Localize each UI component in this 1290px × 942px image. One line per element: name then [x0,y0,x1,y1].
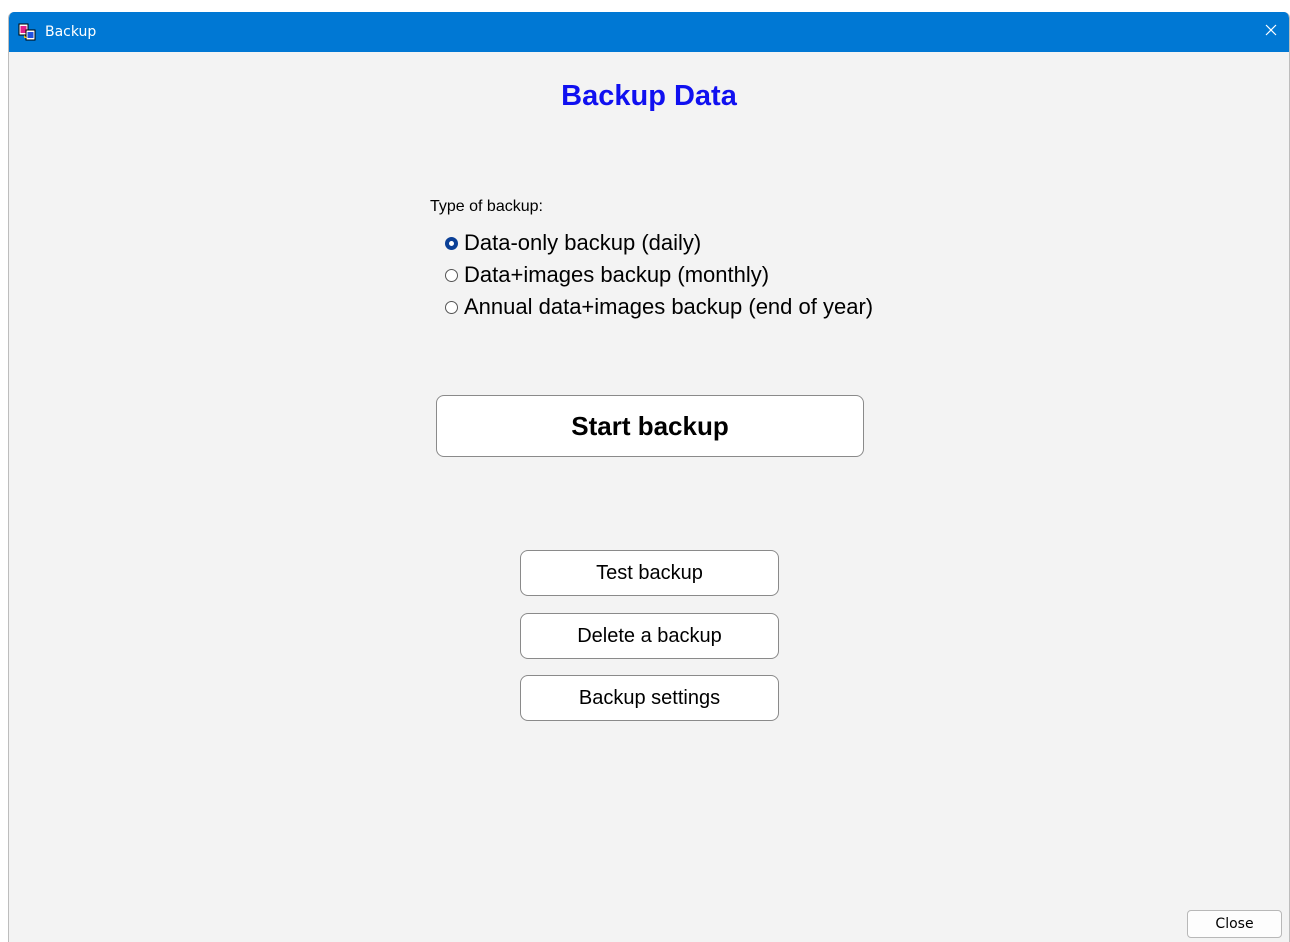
radio-unchecked-icon[interactable] [445,268,458,282]
close-icon [1264,23,1278,42]
radio-data-images[interactable]: Data+images backup (monthly) [445,259,873,291]
backup-type-label: Type of backup: [430,198,543,215]
start-backup-button[interactable]: Start backup [436,395,864,457]
radio-label: Annual data+images backup (end of year) [464,294,874,319]
window-title: Backup [45,24,97,40]
page-title: Backup Data [561,80,737,112]
radio-checked-icon[interactable] [445,236,458,250]
radio-unchecked-icon[interactable] [445,300,458,314]
radio-label: Data-only backup (daily) [464,230,702,255]
radio-data-only[interactable]: Data-only backup (daily) [445,227,873,259]
radio-annual[interactable]: Annual data+images backup (end of year) [445,291,873,323]
backup-type-radio-group: Data-only backup (daily) Data+images bac… [445,227,873,323]
backup-window: Backup Backup Data Type of backup: Data-… [8,12,1290,942]
title-bar: Backup [9,12,1289,52]
test-backup-button[interactable]: Test backup [520,550,779,596]
delete-backup-button[interactable]: Delete a backup [520,613,779,659]
backup-settings-button[interactable]: Backup settings [520,675,779,721]
window-close-button[interactable] [1259,20,1283,44]
radio-label: Data+images backup (monthly) [464,262,770,287]
close-button[interactable]: Close [1187,910,1282,938]
backup-app-icon [18,23,36,41]
